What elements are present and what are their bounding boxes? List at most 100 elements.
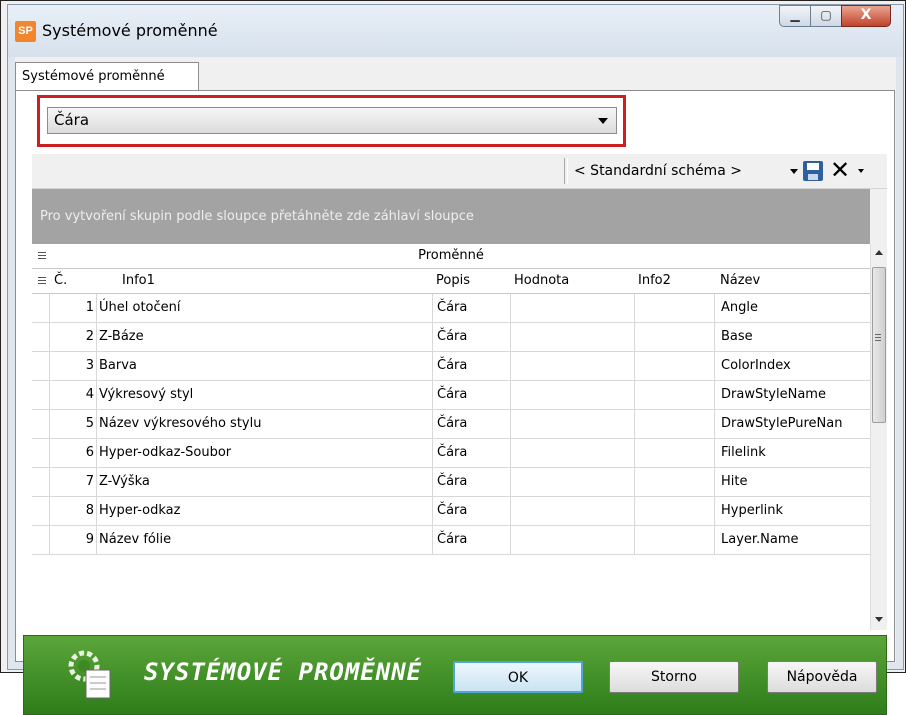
scroll-down-icon[interactable]: [875, 617, 883, 622]
tab-system-variables[interactable]: Systémové proměnné: [15, 62, 199, 90]
cell-info2[interactable]: [634, 323, 714, 351]
cell-nazev[interactable]: ColorIndex: [714, 352, 870, 380]
cell-popis[interactable]: Čára: [432, 526, 510, 554]
cell-info1[interactable]: Barva: [96, 352, 432, 380]
table-row[interactable]: 3 Barva Čára ColorIndex: [32, 352, 870, 381]
cell-no[interactable]: 8: [50, 497, 96, 525]
cell-popis[interactable]: Čára: [432, 468, 510, 496]
column-header-info2[interactable]: Info2: [634, 269, 714, 293]
cell-hodnota[interactable]: [510, 410, 634, 438]
cell-nazev[interactable]: Hite: [714, 468, 870, 496]
cell-popis[interactable]: Čára: [432, 352, 510, 380]
object-type-select[interactable]: Čára: [47, 107, 617, 134]
cell-popis[interactable]: Čára: [432, 497, 510, 525]
cell-info2[interactable]: [634, 526, 714, 554]
delete-icon[interactable]: ✕: [830, 157, 850, 183]
scroll-thumb[interactable]: [872, 267, 886, 423]
column-header-nazev[interactable]: Název: [714, 269, 870, 293]
cell-popis[interactable]: Čára: [432, 323, 510, 351]
cell-info1[interactable]: Název fólie: [96, 526, 432, 554]
title-bar[interactable]: SP Systémové proměnné ▁ ▢ X: [8, 5, 903, 57]
cell-nazev[interactable]: DrawStylePureNan: [714, 410, 870, 438]
cell-nazev[interactable]: Layer.Name: [714, 526, 870, 554]
cell-no[interactable]: 6: [50, 439, 96, 467]
cell-no[interactable]: 5: [50, 410, 96, 438]
minimize-button[interactable]: ▁: [779, 5, 811, 27]
table-row[interactable]: 4 Výkresový styl Čára DrawStyleName: [32, 381, 870, 410]
table-row[interactable]: 7 Z-Výška Čára Hite: [32, 468, 870, 497]
cell-nazev[interactable]: Hyperlink: [714, 497, 870, 525]
cell-popis[interactable]: Čára: [432, 410, 510, 438]
table-row[interactable]: 9 Název fólie Čára Layer.Name: [32, 526, 870, 555]
cell-hodnota[interactable]: [510, 294, 634, 322]
cell-info2[interactable]: [634, 352, 714, 380]
scheme-select[interactable]: < Standardní schéma >: [574, 163, 742, 179]
variables-gear-icon: [68, 650, 111, 699]
chevron-down-icon[interactable]: [790, 169, 798, 174]
table-row[interactable]: 1 Úhel otočení Čára Angle: [32, 294, 870, 323]
cell-no[interactable]: 7: [50, 468, 96, 496]
close-icon: X: [860, 7, 872, 23]
cell-info1[interactable]: Z-Výška: [96, 468, 432, 496]
row-indicator: [32, 352, 50, 380]
column-menu-icon[interactable]: [38, 277, 46, 285]
toolbar-overflow-icon[interactable]: [858, 169, 864, 173]
cell-info1[interactable]: Hyper-odkaz-Soubor: [96, 439, 432, 467]
table-row[interactable]: 8 Hyper-odkaz Čára Hyperlink: [32, 497, 870, 526]
cell-info2[interactable]: [634, 294, 714, 322]
cell-hodnota[interactable]: [510, 352, 634, 380]
cell-info1[interactable]: Úhel otočení: [96, 294, 432, 322]
cell-info1[interactable]: Z-Báze: [96, 323, 432, 351]
cell-hodnota[interactable]: [510, 468, 634, 496]
cell-nazev[interactable]: DrawStyleName: [714, 381, 870, 409]
footer-title: SYSTÉMOVÉ PROMĚNNÉ: [144, 658, 423, 686]
row-indicator: [32, 439, 50, 467]
table-row[interactable]: 6 Hyper-odkaz-Soubor Čára Filelink: [32, 439, 870, 468]
cell-nazev[interactable]: Filelink: [714, 439, 870, 467]
toolbar-separator: [564, 158, 568, 184]
group-by-hint[interactable]: Pro vytvoření skupin podle sloupce přetá…: [32, 189, 870, 244]
cell-no[interactable]: 4: [50, 381, 96, 409]
cell-no[interactable]: 1: [50, 294, 96, 322]
cell-no[interactable]: 3: [50, 352, 96, 380]
cell-info1[interactable]: Hyper-odkaz: [96, 497, 432, 525]
table-row[interactable]: 2 Z-Báze Čára Base: [32, 323, 870, 352]
table-row[interactable]: 5 Název výkresového stylu Čára DrawStylePur…: [32, 410, 870, 439]
cell-nazev[interactable]: Base: [714, 323, 870, 351]
cell-hodnota[interactable]: [510, 381, 634, 409]
band-label: Proměnné: [418, 248, 484, 263]
column-header-popis[interactable]: Popis: [432, 269, 510, 293]
cell-popis[interactable]: Čára: [432, 294, 510, 322]
cell-hodnota[interactable]: [510, 497, 634, 525]
cell-hodnota[interactable]: [510, 323, 634, 351]
column-header-no[interactable]: Č.: [50, 269, 96, 293]
help-button[interactable]: Nápověda: [767, 661, 877, 693]
maximize-button[interactable]: ▢: [810, 5, 842, 27]
cell-popis[interactable]: Čára: [432, 439, 510, 467]
row-indicator: [32, 410, 50, 438]
cell-no[interactable]: 2: [50, 323, 96, 351]
cell-info2[interactable]: [634, 410, 714, 438]
cell-nazev[interactable]: Angle: [714, 294, 870, 322]
column-chooser[interactable]: [32, 269, 50, 293]
ok-button[interactable]: OK: [453, 661, 583, 693]
vertical-scrollbar[interactable]: [870, 244, 887, 630]
save-icon[interactable]: [803, 161, 823, 181]
column-header-hodnota[interactable]: Hodnota: [510, 269, 634, 293]
cell-info2[interactable]: [634, 439, 714, 467]
cell-info2[interactable]: [634, 381, 714, 409]
cell-no[interactable]: 9: [50, 526, 96, 554]
variables-grid: Pro vytvoření skupin podle sloupce přetá…: [32, 189, 887, 630]
column-header-info1[interactable]: Info1: [96, 269, 432, 293]
cell-hodnota[interactable]: [510, 439, 634, 467]
scroll-up-icon[interactable]: [875, 250, 883, 255]
object-type-value: Čára: [54, 111, 90, 129]
cell-hodnota[interactable]: [510, 526, 634, 554]
cell-info1[interactable]: Název výkresového stylu: [96, 410, 432, 438]
cancel-button[interactable]: Storno: [609, 661, 739, 693]
cell-info2[interactable]: [634, 468, 714, 496]
cell-popis[interactable]: Čára: [432, 381, 510, 409]
cell-info2[interactable]: [634, 497, 714, 525]
cell-info1[interactable]: Výkresový styl: [96, 381, 432, 409]
close-button[interactable]: X: [841, 5, 891, 27]
